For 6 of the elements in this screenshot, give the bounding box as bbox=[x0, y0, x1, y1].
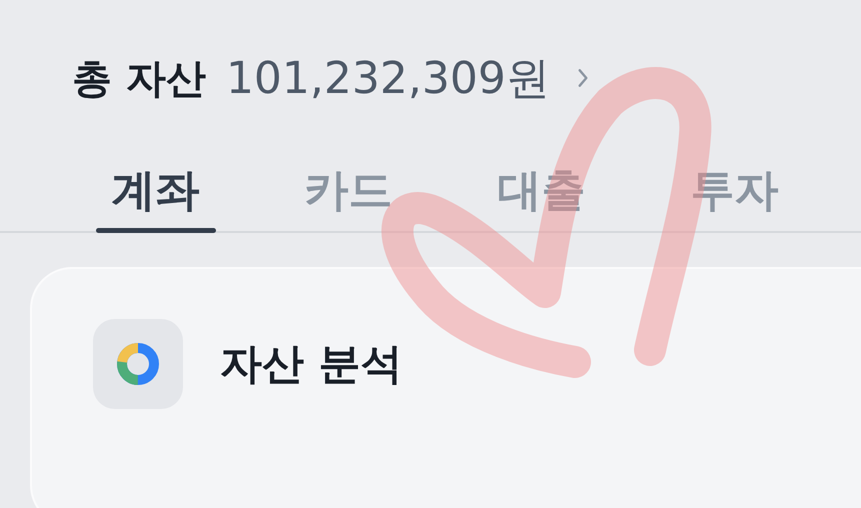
tab[interactable]: 계좌 bbox=[59, 157, 252, 231]
chevron-right-icon[interactable] bbox=[576, 67, 590, 89]
asset-analysis-title[interactable]: 자산 분석 bbox=[220, 336, 403, 392]
total-assets-label: 총 자산 bbox=[72, 54, 206, 104]
total-assets-amount-link[interactable]: 101,232,309원 bbox=[226, 48, 550, 108]
donut-chart-icon bbox=[93, 319, 183, 409]
